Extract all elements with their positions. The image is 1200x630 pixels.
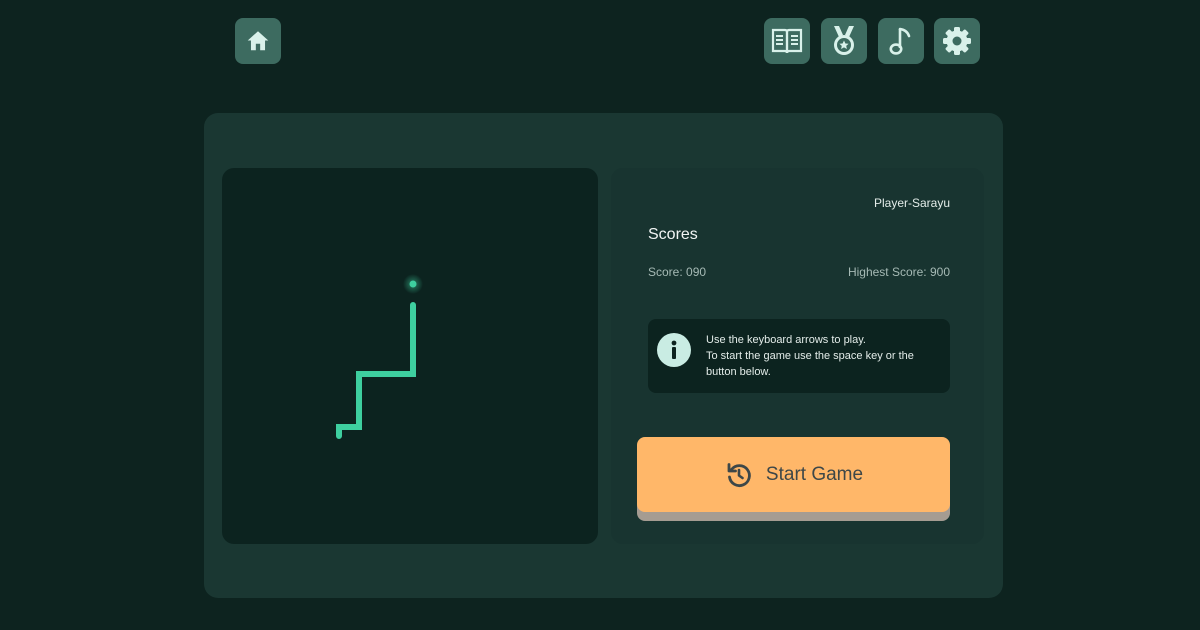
restart-icon (727, 462, 751, 487)
music-button[interactable] (878, 18, 924, 64)
music-note-icon (889, 27, 911, 55)
start-game-label: Start Game (765, 463, 864, 485)
home-button[interactable] (235, 18, 281, 64)
score-card: Player-Sarayu Scores Score: 090 Highest … (611, 168, 984, 544)
scores-heading: Scores (648, 226, 698, 243)
game-canvas (336, 274, 423, 439)
current-score: Score: 090 (648, 265, 707, 279)
player-name: Player-Sarayu (873, 196, 950, 210)
food-pellet (409, 280, 417, 288)
info-icon (657, 333, 691, 367)
snake (336, 302, 416, 439)
open-book-icon (771, 28, 803, 54)
score-row: Score: 090 Highest Score: 900 (648, 265, 950, 279)
instruction-line-1: Use the keyboard arrows to play. (706, 334, 866, 346)
medal-icon (834, 26, 854, 55)
gear-icon (943, 27, 971, 55)
awards-button[interactable] (821, 18, 867, 64)
home-icon (247, 31, 269, 51)
start-game-button[interactable]: Start Game (637, 437, 950, 521)
button-face: Start Game (637, 437, 950, 512)
instruction-line-2: To start the game use the space key or t… (706, 350, 914, 378)
game-board[interactable] (222, 168, 598, 544)
highest-score: Highest Score: 900 (847, 265, 950, 279)
settings-button[interactable] (934, 18, 980, 64)
instructions-box: Use the keyboard arrows to play. To star… (648, 319, 950, 393)
rules-button[interactable] (764, 18, 810, 64)
instructions-text: Use the keyboard arrows to play. To star… (706, 332, 942, 380)
